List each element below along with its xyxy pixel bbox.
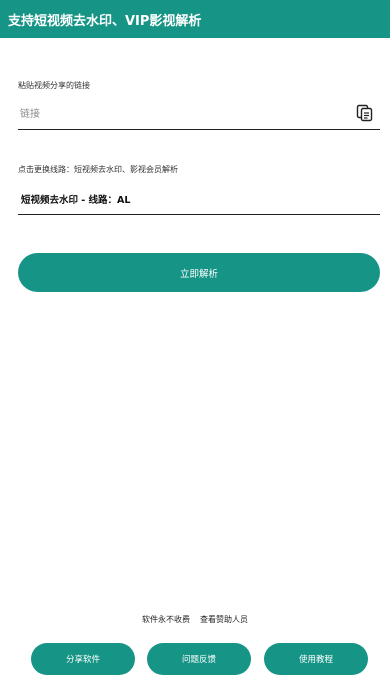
selected-line-value[interactable]: 短视频去水印 - 线路：AL [21,192,130,206]
link-field-label: 粘贴视频分享的链接 [18,81,90,90]
footer-links: 软件永不收费 查看赞助人员 [0,614,390,625]
line-selector[interactable]: 短视频去水印 - 线路：AL [18,185,380,215]
feedback-button[interactable]: 问题反馈 [147,643,251,675]
app-bar: 支持短视频去水印、VIP影视解析 [0,0,390,38]
free-software-text: 软件永不收费 [142,615,190,624]
clipboard-paste-icon[interactable] [356,104,374,122]
link-field [18,100,380,130]
tutorial-button[interactable]: 使用教程 [264,643,368,675]
line-selector-label: 点击更换线路：短视频去水印、影视会员解析 [18,165,178,174]
page-title: 支持短视频去水印、VIP影视解析 [8,13,202,29]
share-app-button[interactable]: 分享软件 [31,643,135,675]
parse-now-button[interactable]: 立即解析 [18,253,380,292]
view-sponsors-link[interactable]: 查看赞助人员 [200,614,248,625]
link-input[interactable] [20,104,340,124]
